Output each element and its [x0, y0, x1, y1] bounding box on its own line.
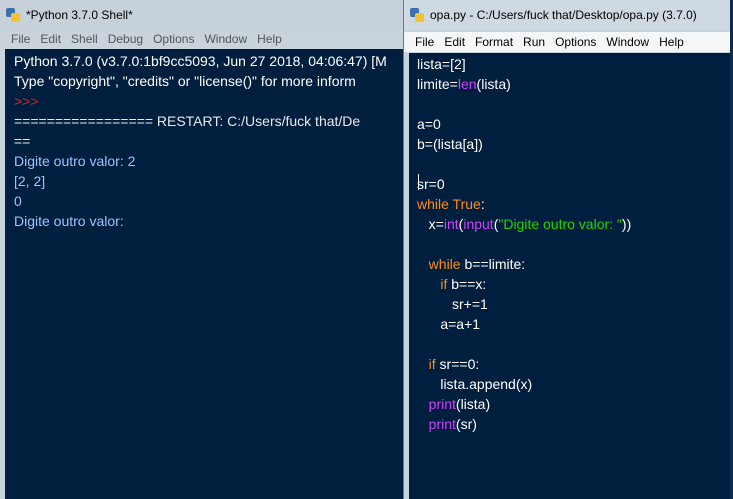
code-token: lista.append(x) [417, 376, 533, 392]
builtin-token: print [428, 416, 456, 432]
code-line: a=a+1 [417, 314, 480, 334]
editor-window: opa.py - C:/Users/fuck that/Desktop/opa.… [403, 0, 733, 499]
editor-menu-window[interactable]: Window [601, 35, 654, 49]
code-token: lista=[2] [417, 56, 466, 72]
code-line: x=int(input("Digite outro valor: ")) [417, 214, 632, 234]
editor-menubar: File Edit Format Run Options Window Help [404, 32, 733, 52]
shell-prompt: >>> [14, 93, 39, 109]
code-line: sr=0 [417, 174, 445, 194]
shell-banner-line: Python 3.7.0 (v3.7.0:1bf9cc5093, Jun 27 … [14, 53, 387, 69]
code-token: x= [417, 216, 444, 232]
editor-title: opa.py - C:/Users/fuck that/Desktop/opa.… [430, 8, 697, 22]
shell-window: *Python 3.7.0 Shell* File Edit Shell Deb… [0, 0, 405, 499]
editor-menu-run[interactable]: Run [518, 35, 550, 49]
code-token: (lista) [476, 76, 511, 92]
code-token: )) [621, 216, 632, 232]
shell-menu-help[interactable]: Help [252, 32, 287, 46]
shell-output-line: [2, 2] [14, 173, 46, 189]
builtin-token: int [443, 216, 459, 232]
code-token: sr==0: [435, 356, 480, 372]
shell-menu-debug[interactable]: Debug [103, 32, 148, 46]
shell-menu-edit[interactable]: Edit [35, 32, 66, 46]
python-icon [6, 8, 20, 22]
code-line: print(lista) [417, 394, 490, 414]
builtin-token: len [457, 76, 477, 92]
keyword-token: while [417, 196, 449, 212]
code-token: limite= [417, 76, 458, 92]
shell-restart-line-2: == [14, 133, 31, 149]
shell-menu-shell[interactable]: Shell [66, 32, 103, 46]
code-line: lista=[2] [417, 54, 466, 74]
editor-titlebar[interactable]: opa.py - C:/Users/fuck that/Desktop/opa.… [404, 0, 733, 30]
builtin-token: print [428, 396, 456, 412]
code-line: lista.append(x) [417, 374, 532, 394]
editor-menu-edit[interactable]: Edit [439, 35, 470, 49]
code-line: a=0 [417, 114, 441, 134]
string-token: "Digite outro valor: " [498, 216, 622, 232]
code-token: : [480, 196, 485, 212]
code-editor-area[interactable]: lista=[2] limite=len(lista) a=0 b=(lista… [409, 53, 733, 499]
keyword-token: if [428, 356, 436, 372]
code-line: sr+=1 [417, 294, 488, 314]
shell-output-line: 0 [14, 193, 22, 209]
code-token: sr+=1 [417, 296, 488, 312]
shell-menu-file[interactable]: File [6, 32, 35, 46]
code-line: while True: [417, 194, 485, 214]
code-line: if b==x: [417, 274, 486, 294]
code-token: b==limite: [460, 256, 526, 272]
python-file-icon [410, 8, 424, 22]
code-token: sr=0 [417, 176, 445, 192]
code-token: (lista) [455, 396, 491, 412]
code-token: (sr) [455, 416, 477, 432]
keyword-token: while [428, 256, 461, 272]
code-line: print(sr) [417, 414, 477, 434]
editor-menu-file[interactable]: File [410, 35, 439, 49]
shell-output-area[interactable]: Python 3.7.0 (v3.7.0:1bf9cc5093, Jun 27 … [5, 49, 405, 499]
shell-banner-line-2: Type "copyright", "credits" or "license(… [14, 73, 356, 89]
code-token: b==x: [447, 276, 487, 292]
code-line: b=(lista[a]) [417, 134, 483, 154]
keyword-token: True [448, 196, 481, 212]
shell-restart-line: ================= RESTART: C:/Users/fuck… [14, 113, 361, 129]
code-line: while b==limite: [417, 254, 526, 274]
shell-menu-options[interactable]: Options [148, 32, 199, 46]
text-cursor [418, 174, 419, 190]
shell-menubar: File Edit Shell Debug Options Window Hel… [0, 30, 405, 48]
shell-input-line: Digite outro valor: 2 [14, 153, 136, 169]
shell-input-line: Digite outro valor: [14, 213, 124, 229]
code-token: a=0 [417, 116, 441, 132]
shell-title: *Python 3.7.0 Shell* [26, 8, 133, 22]
code-line: limite=len(lista) [417, 74, 511, 94]
builtin-token: input [463, 216, 494, 232]
editor-menu-help[interactable]: Help [654, 35, 689, 49]
editor-menu-format[interactable]: Format [470, 35, 518, 49]
shell-menu-window[interactable]: Window [199, 32, 252, 46]
code-line: if sr==0: [417, 354, 480, 374]
shell-titlebar[interactable]: *Python 3.7.0 Shell* [0, 0, 405, 30]
code-token: b=(lista[a]) [417, 136, 483, 152]
editor-menu-options[interactable]: Options [550, 35, 601, 49]
code-token: a=a+1 [417, 316, 481, 332]
